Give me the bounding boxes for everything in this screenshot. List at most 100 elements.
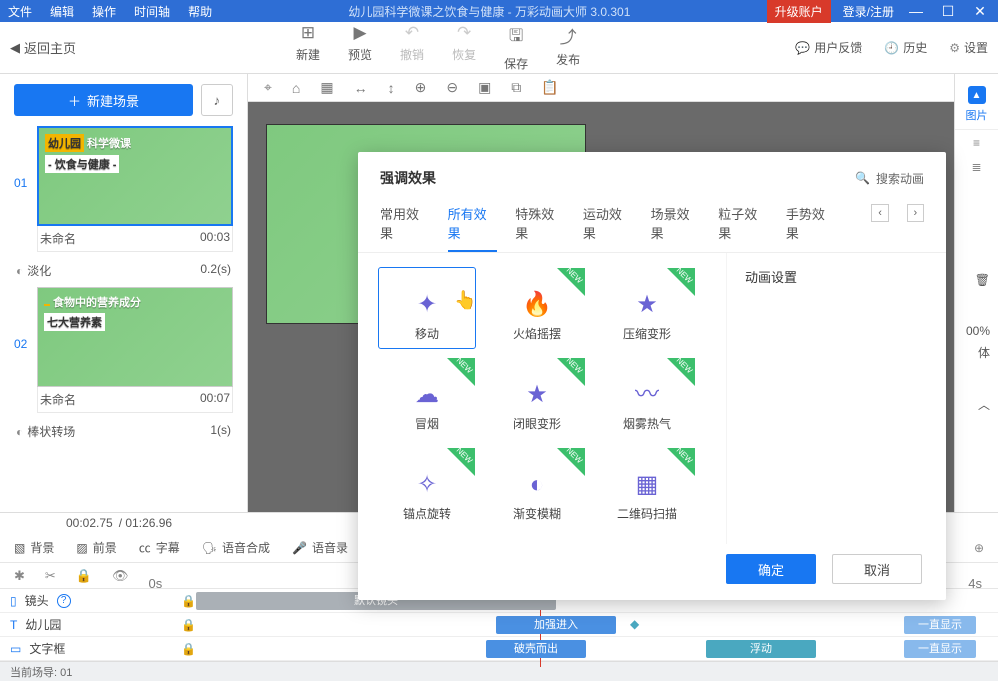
paste-icon[interactable]: 📋 xyxy=(541,79,558,96)
track-lock-icon[interactable]: 🔒 xyxy=(76,568,92,584)
time-current: 00:02.75 xyxy=(66,516,113,530)
scene-card[interactable]: 幼儿园 科学微课- 饮食与健康 - 未命名00:03 xyxy=(37,126,233,252)
timeline-row: T 幼儿园 🔒 加强进入一直显示◆ xyxy=(0,613,998,637)
new-scene-button[interactable]: ＋ 新建场景 xyxy=(14,84,193,116)
effect-icon: ☁ xyxy=(415,380,439,409)
effect-icon: ✧ xyxy=(417,470,437,499)
effect-name: 烟雾热气 xyxy=(623,415,671,432)
toolbar-save[interactable]: 🖫保存 xyxy=(504,23,528,72)
transition-duration: 0.2(s) xyxy=(200,262,231,279)
timeline-bar[interactable]: 破壳而出 xyxy=(486,640,586,658)
timeline-bar[interactable]: 一直显示 xyxy=(904,640,976,658)
alignv-icon[interactable]: ↕ xyxy=(388,80,395,96)
tts-icon: 🗣 xyxy=(202,541,217,555)
effect-火焰摇摆[interactable]: 🔥 火焰摇摆 xyxy=(488,267,586,349)
timeline-bar[interactable]: 加强进入 xyxy=(496,616,616,634)
btm-tab-tts[interactable]: 🗣语音合成 xyxy=(202,539,270,556)
track-eye-icon[interactable]: 👁 xyxy=(112,568,129,584)
track-label: 文字框 xyxy=(29,640,65,657)
fit-icon[interactable]: ▣ xyxy=(478,79,491,96)
help-icon[interactable]: ? xyxy=(57,594,71,608)
track-label: 镜头 xyxy=(25,592,49,609)
effect-压缩变形[interactable]: ★ 压缩变形 xyxy=(598,267,696,349)
maximize-button[interactable]: ☐ xyxy=(938,3,958,20)
btm-tab-fg[interactable]: ▨前景 xyxy=(76,539,116,556)
login-button[interactable]: 登录/注册 xyxy=(843,3,894,20)
modal-cancel-button[interactable]: 取消 xyxy=(832,554,922,584)
modal-title: 强调效果 xyxy=(380,168,436,188)
btm-tab-sub[interactable]: ㏄字幕 xyxy=(139,539,180,556)
home-icon[interactable]: ⌂ xyxy=(292,80,300,96)
back-home[interactable]: ◀ 返回主页 xyxy=(10,38,76,57)
menu-file[interactable]: 文件 xyxy=(8,3,32,20)
modal-tab[interactable]: 常用效果 xyxy=(380,204,430,252)
add-track-button[interactable]: ⊕ xyxy=(974,541,984,555)
toolbar-new[interactable]: ⊞新建 xyxy=(296,23,320,72)
trash-icon[interactable]: 🗑 xyxy=(975,273,990,287)
track-flag-icon[interactable]: ✱ xyxy=(14,568,25,584)
transition-icon[interactable]: ◐ xyxy=(16,264,23,278)
scenes-panel: ＋ 新建场景 ♪ 01 幼儿园 科学微课- 饮食与健康 - 未命名00:03 ◐… xyxy=(0,74,248,512)
toolbar-settings[interactable]: ⚙设置 xyxy=(949,39,988,56)
mic-icon: 🎤 xyxy=(292,541,307,555)
transition-icon[interactable]: ◐ xyxy=(16,425,23,439)
toolbar-history[interactable]: 🕘历史 xyxy=(884,39,927,56)
ruler-icon[interactable]: ↔ xyxy=(354,80,368,96)
effect-冒烟[interactable]: ☁ 冒烟 xyxy=(378,357,476,439)
track-label: 幼儿园 xyxy=(25,616,61,633)
modal-tab[interactable]: 手势效果 xyxy=(786,204,836,252)
btm-tab-rec[interactable]: 🎤语音录 xyxy=(292,539,348,556)
effect-闭眼变形[interactable]: ★ 闭眼变形 xyxy=(488,357,586,439)
upgrade-account[interactable]: 升级账户 xyxy=(767,0,831,23)
modal-tab[interactable]: 所有效果 xyxy=(448,204,498,252)
keyframe-diamond[interactable]: ◆ xyxy=(630,617,639,631)
scene-card[interactable]: 食物中的营养成分七大营养素 未命名00:07 xyxy=(37,287,233,413)
effect-二维码扫描[interactable]: ▦ 二维码扫描 xyxy=(598,447,696,529)
effect-锚点旋转[interactable]: ✧ 锚点旋转 xyxy=(378,447,476,529)
toolbar-undo[interactable]: ↶撤销 xyxy=(400,23,424,72)
effect-name: 渐变模糊 xyxy=(513,505,561,522)
menu-edit[interactable]: 编辑 xyxy=(50,3,74,20)
menu-action[interactable]: 操作 xyxy=(92,3,116,20)
search-animation[interactable]: 🔍搜索动画 xyxy=(855,170,924,187)
modal-tab[interactable]: 粒子效果 xyxy=(718,204,768,252)
music-button[interactable]: ♪ xyxy=(201,84,233,116)
effect-icon: ★ xyxy=(636,290,658,319)
menu-help[interactable]: 帮助 xyxy=(188,3,212,20)
zoomout-icon[interactable]: ⊖ xyxy=(446,79,458,96)
scene-duration: 00:07 xyxy=(200,391,230,408)
track-cut-icon[interactable]: ✂ xyxy=(45,568,56,584)
transition-name: 淡化 xyxy=(27,264,51,278)
toolbar-publish[interactable]: ⤴发布 xyxy=(556,23,580,72)
aligncenter-icon[interactable]: ≣ xyxy=(967,160,987,174)
menu-timeline[interactable]: 时间轴 xyxy=(134,3,170,20)
modal-tab[interactable]: 特殊效果 xyxy=(515,204,565,252)
toolbar-preview[interactable]: ▶预览 xyxy=(348,23,372,72)
minimize-button[interactable]: — xyxy=(906,3,926,19)
pointer-tool-icon[interactable]: ⌖ xyxy=(264,79,272,96)
search-icon: 🔍 xyxy=(855,171,870,185)
timeline-bar[interactable]: 一直显示 xyxy=(904,616,976,634)
new-badge xyxy=(557,268,585,296)
zoomin-icon[interactable]: ⊕ xyxy=(415,79,427,96)
new-badge xyxy=(447,448,475,476)
tab-next-button[interactable]: › xyxy=(907,204,924,222)
grid-icon[interactable]: ▦ xyxy=(320,79,333,96)
track-lock-icon[interactable]: 🔒 xyxy=(181,594,196,608)
modal-tab[interactable]: 运动效果 xyxy=(583,204,633,252)
tab-prev-button[interactable]: ‹ xyxy=(871,204,888,222)
track-lock-icon[interactable]: 🔒 xyxy=(181,618,196,632)
modal-tab[interactable]: 场景效果 xyxy=(651,204,701,252)
track-lock-icon[interactable]: 🔒 xyxy=(181,642,196,656)
toolbar-redo[interactable]: ↷恢复 xyxy=(452,23,476,72)
effect-烟雾热气[interactable]: 〰 烟雾热气 xyxy=(598,357,696,439)
close-button[interactable]: ✕ xyxy=(970,3,990,20)
alignleft-icon[interactable]: ≡ xyxy=(967,136,987,150)
modal-ok-button[interactable]: 确定 xyxy=(726,554,816,584)
copy-icon[interactable]: ⧉ xyxy=(511,79,521,96)
toolbar-feedback[interactable]: 💬用户反馈 xyxy=(795,39,862,56)
rp-tab-image[interactable]: ▲ 图片 xyxy=(955,80,998,130)
timeline-bar[interactable]: 浮动 xyxy=(706,640,816,658)
effect-渐变模糊[interactable]: ◐ 渐变模糊 xyxy=(488,447,586,529)
btm-tab-bg[interactable]: ▧背景 xyxy=(14,539,54,556)
